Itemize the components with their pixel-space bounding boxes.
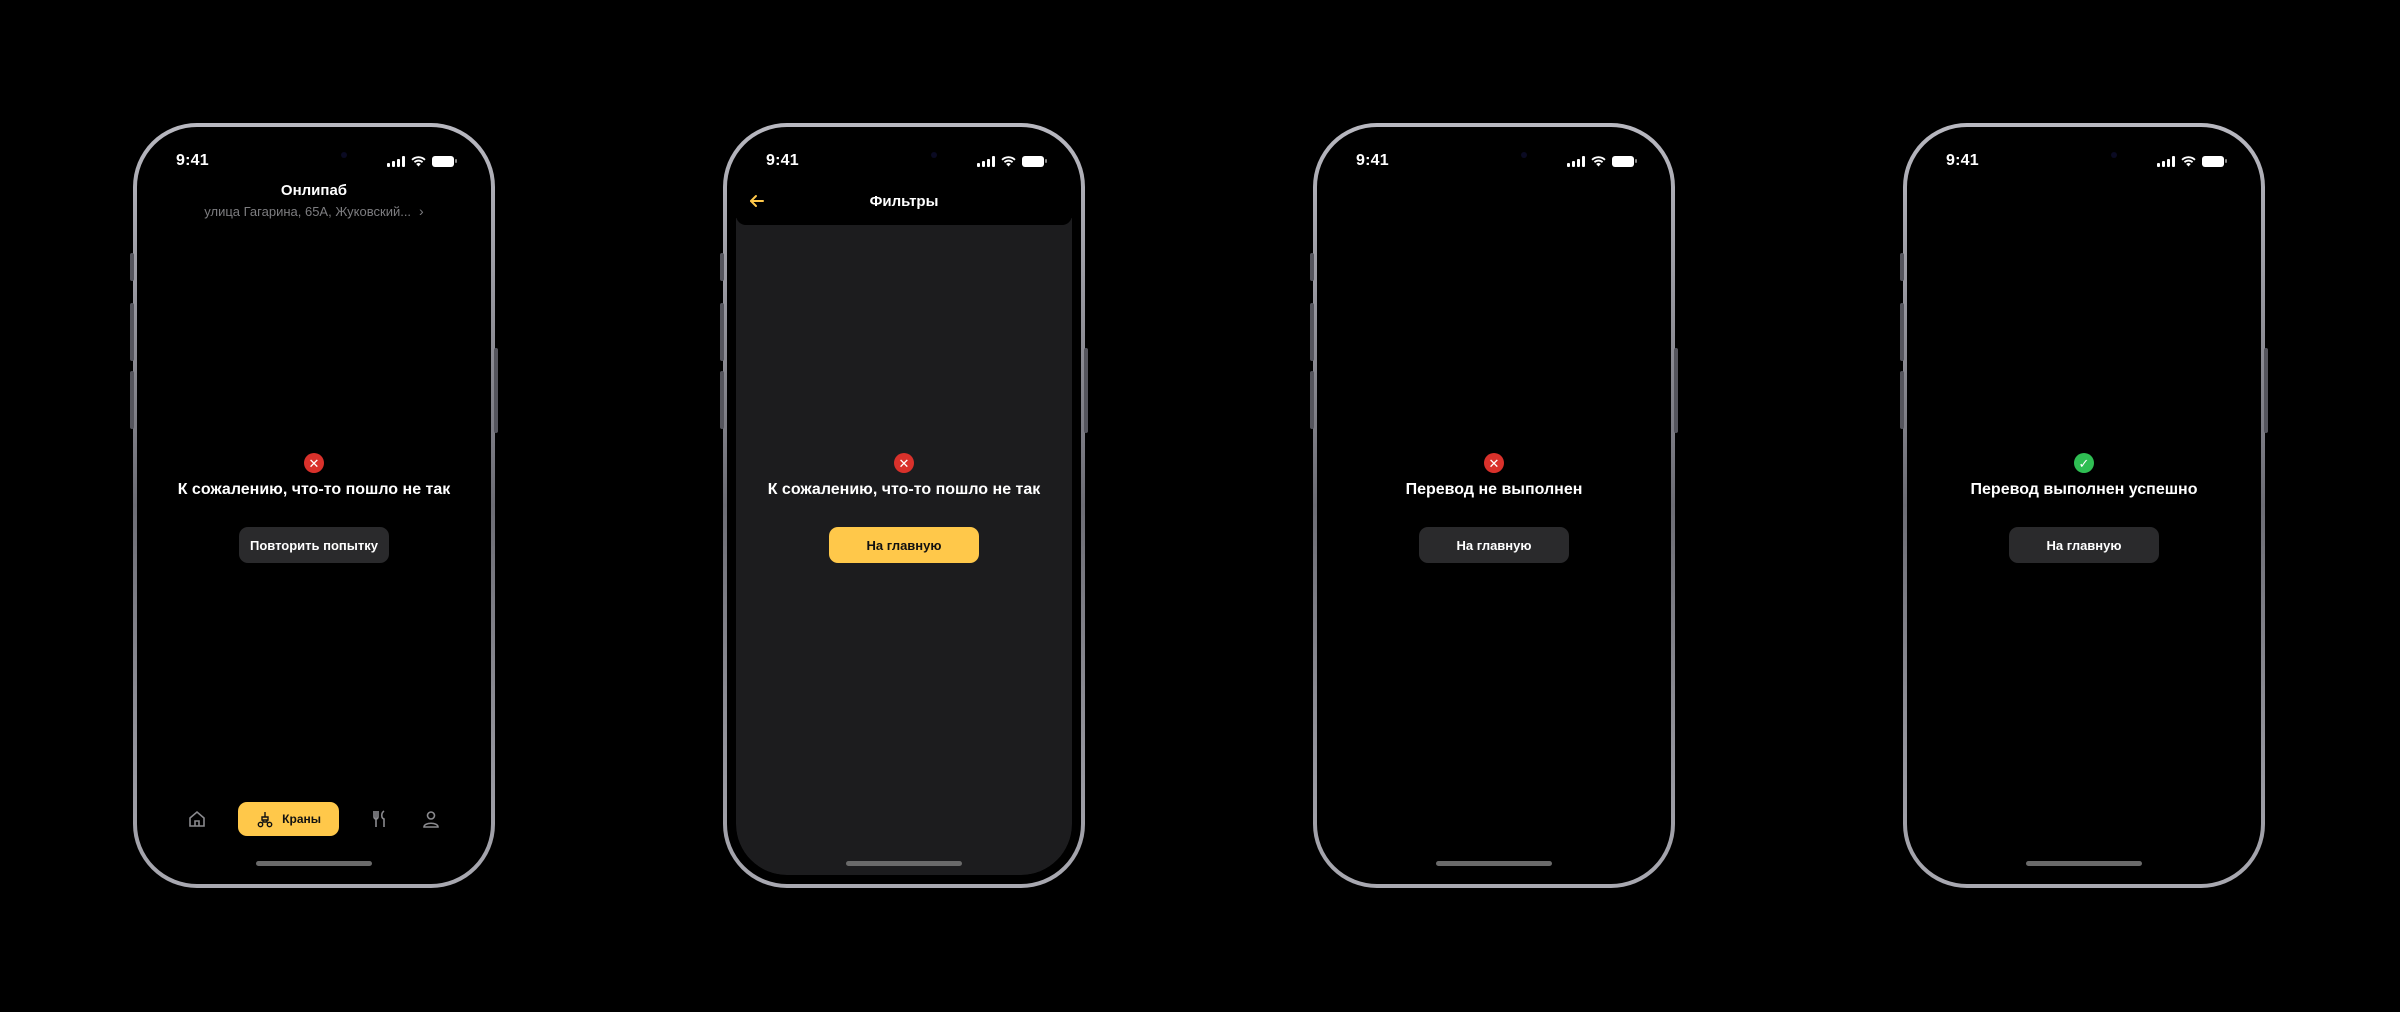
power-button (1674, 348, 1678, 433)
silent-switch (1310, 253, 1314, 281)
dynamic-island (259, 140, 369, 170)
venue-title: Онлипаб (280, 182, 348, 199)
filters-header: Фильтры (736, 180, 1072, 225)
transfer-failed-message: Перевод не выполнен (1405, 481, 1583, 498)
error-message: К сожалению, что-то пошло не так (767, 481, 1041, 498)
go-home-button[interactable]: На главную (2009, 527, 2159, 563)
volume-up-button (1900, 303, 1904, 361)
screen: 9:41 Онлипаб улица Гагарина, 65А, Жуковс… (137, 127, 491, 884)
success-check-icon: ✓ (2074, 453, 2094, 473)
tab-home[interactable] (187, 809, 207, 829)
tab-bar: Краны (146, 801, 482, 837)
tab-taps-label: Краны (282, 812, 321, 826)
error-state: ✕ К сожалению, что-то пошло не так На гл… (736, 453, 1072, 563)
error-icon: ✕ (304, 453, 324, 473)
dynamic-island (1439, 140, 1549, 170)
power-button (2264, 348, 2268, 433)
location-header[interactable]: Онлипаб улица Гагарина, 65А, Жуковский..… (146, 182, 482, 221)
status-time: 9:41 (1356, 152, 1389, 169)
error-state: ✕ К сожалению, что-то пошло не так Повто… (146, 453, 482, 563)
cellular-signal-icon (977, 155, 995, 167)
status-bar: 9:41 (1916, 136, 2252, 180)
volume-up-button (720, 303, 724, 361)
tab-menu[interactable] (370, 809, 390, 829)
home-indicator (846, 861, 962, 866)
status-icons (2157, 155, 2227, 167)
cellular-signal-icon (2157, 155, 2175, 167)
tab-profile[interactable] (421, 809, 441, 829)
tap-icon (257, 812, 273, 828)
dynamic-island (2029, 140, 2139, 170)
phone-4: 9:41 ✓ Перевод выполнен успешно На главн… (1900, 123, 2268, 888)
transfer-failed-state: ✕ Перевод не выполнен На главную (1326, 453, 1662, 563)
screen: 9:41 ✕ Перевод не выполнен На главную (1317, 127, 1671, 884)
phone-2: 9:41 Фильтры ✕ К сожалению, что-то пошло… (720, 123, 1088, 888)
volume-up-button (130, 303, 134, 361)
tab-taps[interactable]: Краны (238, 802, 339, 836)
silent-switch (1900, 253, 1904, 281)
power-button (494, 348, 498, 433)
wifi-icon (1001, 155, 1016, 166)
volume-up-button (1310, 303, 1314, 361)
go-home-button[interactable]: На главную (829, 527, 979, 563)
phone-3: 9:41 ✕ Перевод не выполнен На главную (1310, 123, 1678, 888)
status-icons (1567, 155, 1637, 167)
status-bar: 9:41 (736, 136, 1072, 180)
home-icon (189, 810, 206, 827)
silent-switch (720, 253, 724, 281)
error-icon: ✕ (1484, 453, 1504, 473)
power-button (1084, 348, 1088, 433)
home-indicator (256, 861, 372, 866)
address-text: улица Гагарина, 65А, Жуковский... (204, 203, 412, 219)
wifi-icon (2181, 155, 2196, 166)
venue-address: улица Гагарина, 65А, Жуковский... › (204, 203, 423, 219)
profile-icon (422, 811, 439, 828)
status-time: 9:41 (176, 152, 209, 169)
volume-down-button (720, 371, 724, 429)
home-indicator (2026, 861, 2142, 866)
silent-switch (130, 253, 134, 281)
volume-down-button (1900, 371, 1904, 429)
cellular-signal-icon (1567, 155, 1585, 167)
battery-icon (432, 155, 457, 167)
transfer-success-state: ✓ Перевод выполнен успешно На главную (1916, 453, 2252, 563)
wifi-icon (1591, 155, 1606, 166)
battery-icon (1022, 155, 1047, 167)
status-time: 9:41 (1946, 152, 1979, 169)
screen: 9:41 ✓ Перевод выполнен успешно На главн… (1907, 127, 2261, 884)
transfer-success-message: Перевод выполнен успешно (1970, 481, 2198, 498)
error-icon: ✕ (894, 453, 914, 473)
screen: 9:41 Фильтры ✕ К сожалению, что-то пошло… (727, 127, 1081, 884)
volume-down-button (130, 371, 134, 429)
status-bar: 9:41 (1326, 136, 1662, 180)
chevron-right-icon: › (419, 203, 424, 219)
status-time: 9:41 (766, 152, 799, 169)
status-icons (387, 155, 457, 167)
wifi-icon (411, 155, 426, 166)
dynamic-island (849, 140, 959, 170)
go-home-button[interactable]: На главную (1419, 527, 1569, 563)
fork-knife-icon (372, 810, 385, 827)
battery-icon (2202, 155, 2227, 167)
volume-down-button (1310, 371, 1314, 429)
status-bar: 9:41 (146, 136, 482, 180)
phone-1: 9:41 Онлипаб улица Гагарина, 65А, Жуковс… (130, 123, 498, 888)
error-message: К сожалению, что-то пошло не так (177, 481, 451, 498)
home-indicator (1436, 861, 1552, 866)
battery-icon (1612, 155, 1637, 167)
cellular-signal-icon (387, 155, 405, 167)
page-title: Фильтры (869, 193, 939, 210)
status-icons (977, 155, 1047, 167)
retry-button[interactable]: Повторить попытку (239, 527, 389, 563)
